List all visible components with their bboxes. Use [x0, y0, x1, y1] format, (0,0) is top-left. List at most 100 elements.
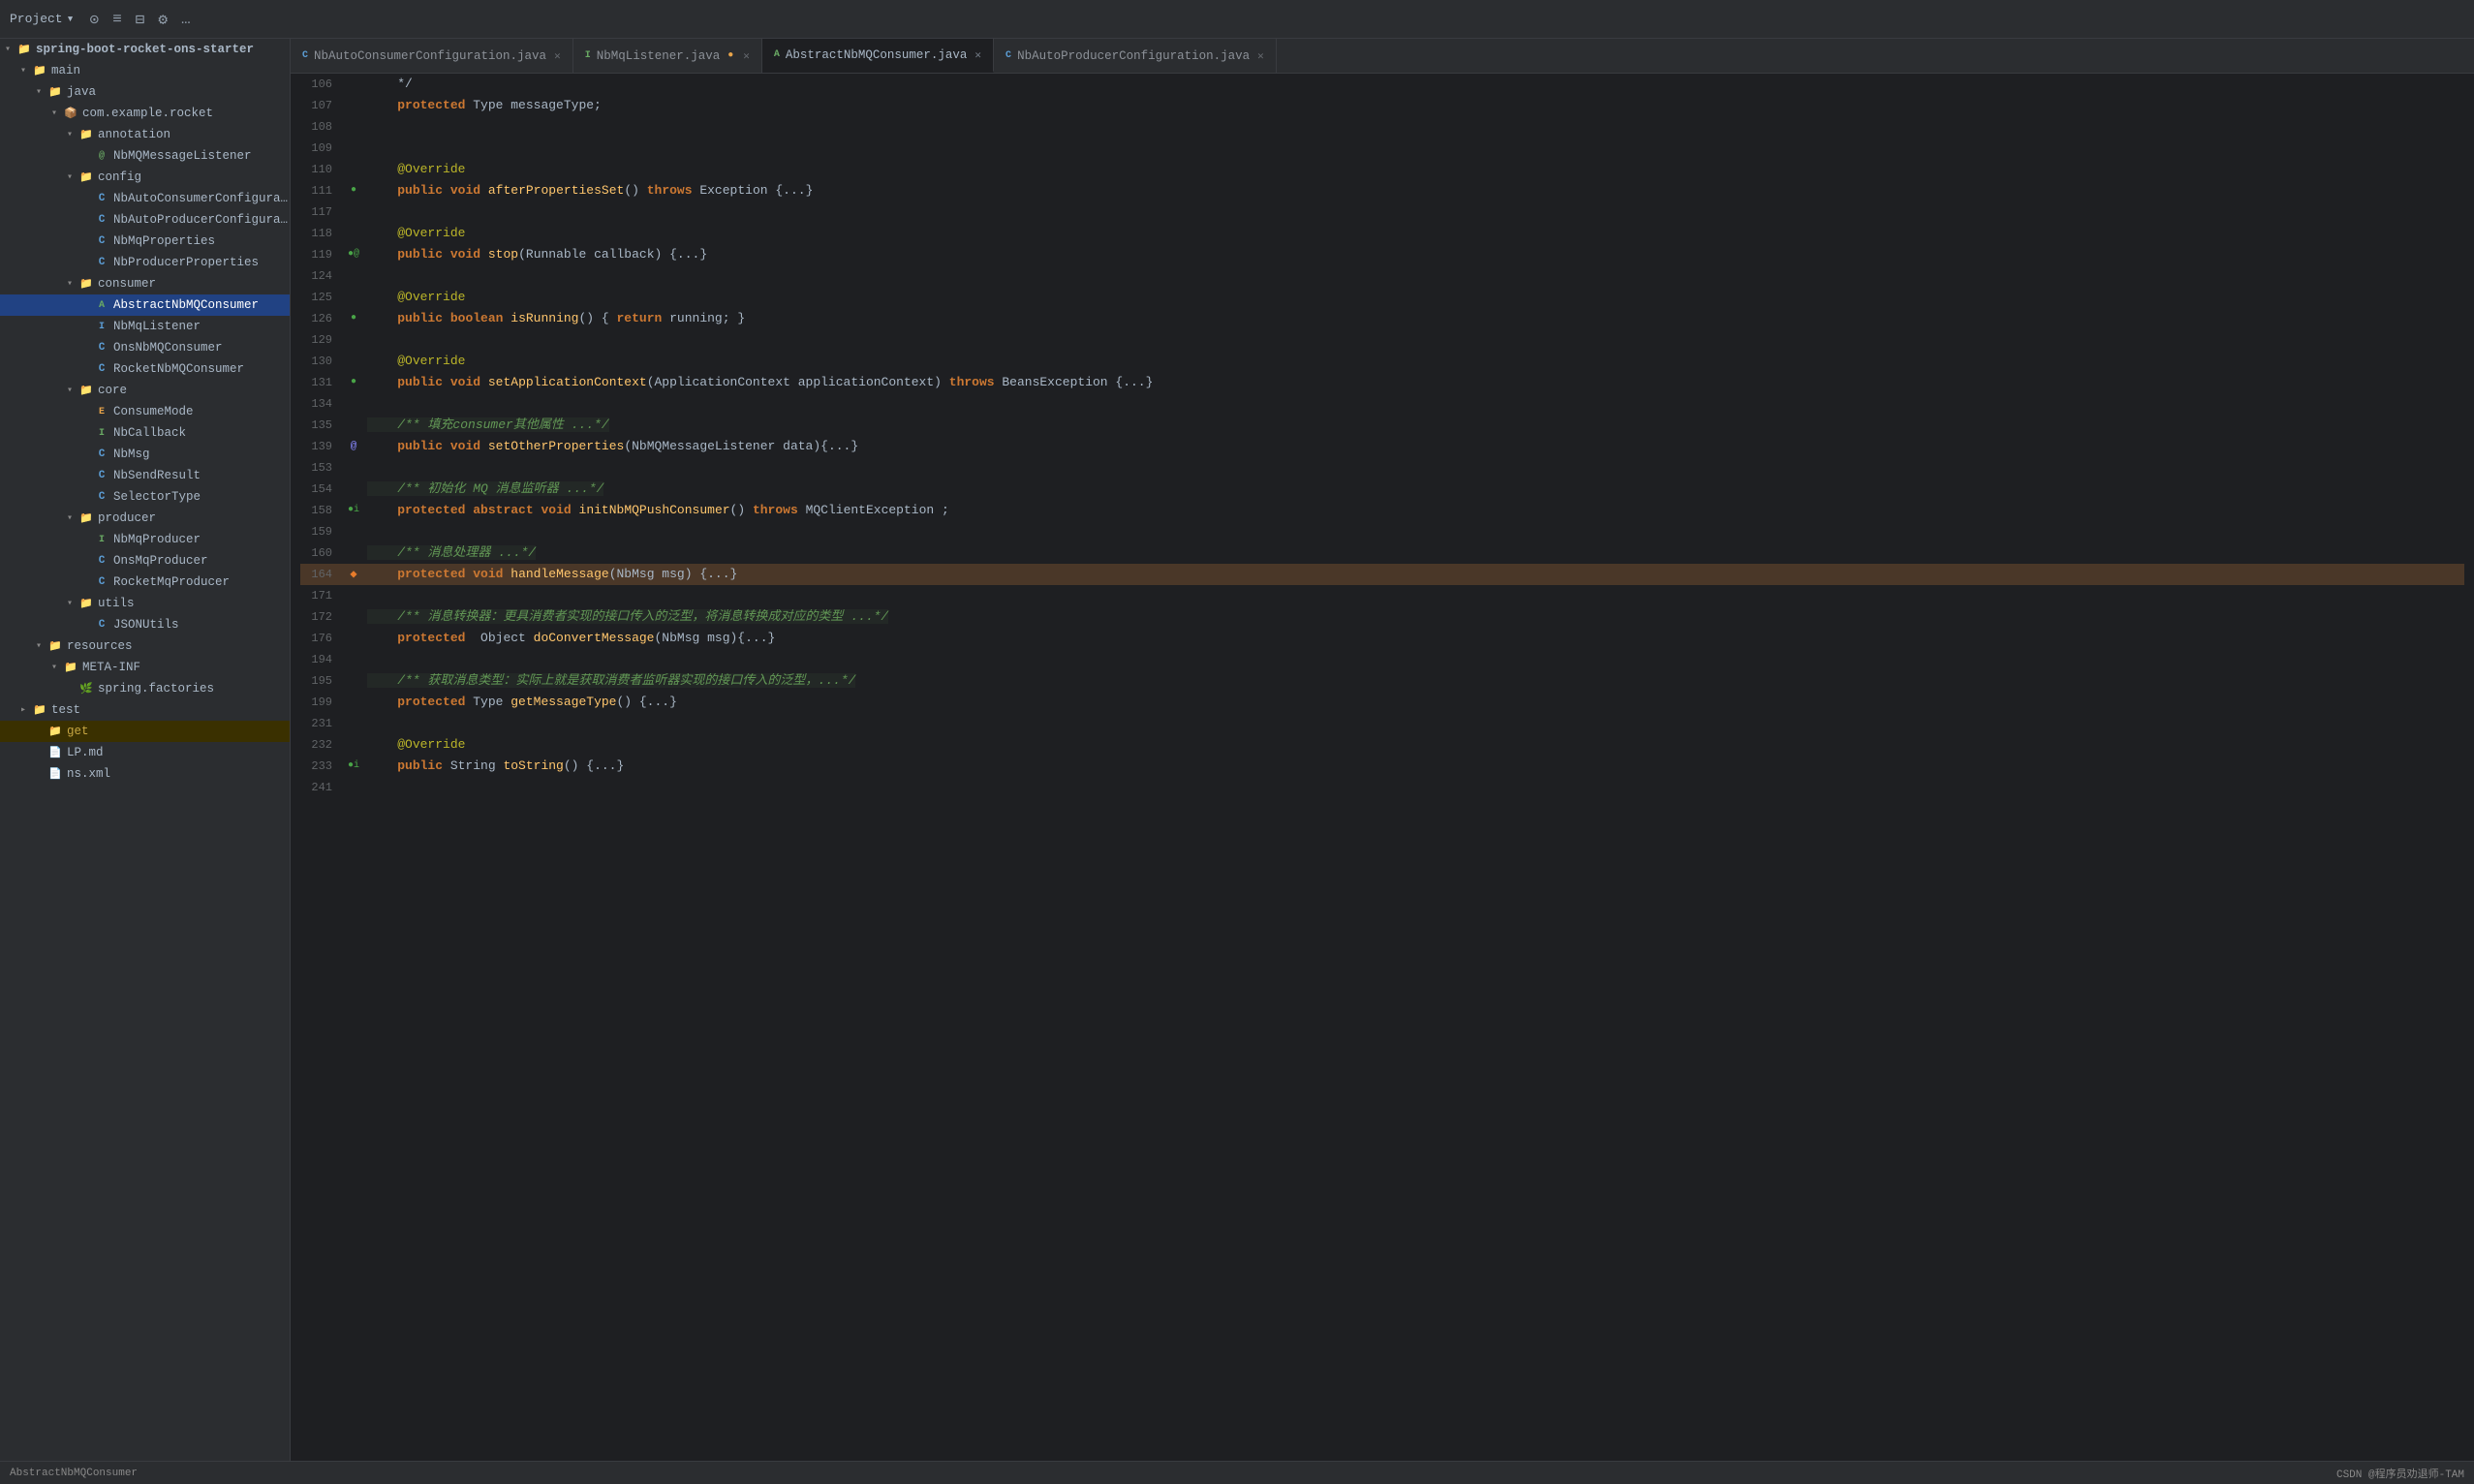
sidebar-item-nbmqlistener[interactable]: I NbMqListener	[0, 316, 290, 337]
tab2-modified-dot: ●	[727, 50, 733, 61]
tab3-label: AbstractNbMQConsumer.java	[786, 48, 968, 62]
sidebar-item-nbsendresult[interactable]: C NbSendResult	[0, 465, 290, 486]
tab3-icon: A	[774, 49, 780, 60]
sidebar-item-main[interactable]: ▾ 📁 main	[0, 60, 290, 81]
code-line-241: 241	[300, 777, 2464, 798]
more-icon[interactable]: …	[181, 11, 191, 28]
code-line-195: 195 /** 获取消息类型：实际上就是获取消费者监听器实现的接口传入的泛型，.…	[300, 670, 2464, 692]
project-menu[interactable]: Project ▾	[10, 12, 74, 26]
tab2-icon: I	[585, 50, 591, 61]
code-line-108: 108	[300, 116, 2464, 138]
top-toolbar: Project ▾ ⊙ ≡ ⊟ ⚙ …	[0, 0, 2474, 39]
code-line-172: 172 /** 消息转换器：更具消费者实现的接口传入的泛型，将消息转换成对应的类…	[300, 606, 2464, 628]
sidebar-item-utils-dir[interactable]: ▾ 📁 utils	[0, 593, 290, 614]
toolbar-icons: ⊙ ≡ ⊟ ⚙ …	[89, 10, 190, 29]
code-line-119: 119 ●@ public void stop(Runnable callbac…	[300, 244, 2464, 265]
code-line-109: 109	[300, 138, 2464, 159]
sidebar-item-meta-inf[interactable]: ▾ 📁 META-INF	[0, 657, 290, 678]
code-line-171: 171	[300, 585, 2464, 606]
sidebar-item-get[interactable]: 📁 get	[0, 721, 290, 742]
code-editor[interactable]: 106 */ 107 protected Type messageType; 1…	[291, 74, 2474, 1461]
tab2-close[interactable]: ✕	[743, 49, 750, 63]
sidebar-item-nbautoproducerconfiguration[interactable]: C NbAutoProducerConfiguration	[0, 209, 290, 231]
sidebar-item-producer-dir[interactable]: ▾ 📁 producer	[0, 508, 290, 529]
code-line-139: 139 @ public void setOtherProperties(NbM…	[300, 436, 2464, 457]
bottom-status-bar: AbstractNbMQConsumer CSDN @程序员劝退师-TAM	[0, 1461, 2474, 1484]
status-left: AbstractNbMQConsumer	[10, 1468, 138, 1479]
code-line-134: 134	[300, 393, 2464, 415]
sidebar-item-java[interactable]: ▾ 📁 java	[0, 81, 290, 103]
tab4-close[interactable]: ✕	[1257, 49, 1264, 63]
tab-nbautoproducerconfiguration[interactable]: C NbAutoProducerConfiguration.java ✕	[994, 39, 1277, 73]
code-line-233: 233 ●i public String toString() {...}	[300, 756, 2464, 777]
sidebar-root[interactable]: ▾ 📁 spring-boot-rocket-ons-starter	[0, 39, 290, 60]
code-line-118: 118 @Override	[300, 223, 2464, 244]
project-dropdown-arrow: ▾	[67, 12, 75, 26]
code-line-124: 124	[300, 265, 2464, 287]
sidebar-item-resources-dir[interactable]: ▾ 📁 resources	[0, 635, 290, 657]
sidebar-item-nbcallback[interactable]: I NbCallback	[0, 422, 290, 444]
sidebar-item-rocketnbmqconsumer[interactable]: C RocketNbMQConsumer	[0, 358, 290, 380]
project-sidebar[interactable]: ▾ 📁 spring-boot-rocket-ons-starter ▾ 📁 m…	[0, 39, 291, 1461]
sidebar-item-test-dir[interactable]: ▸ 📁 test	[0, 699, 290, 721]
code-line-232: 232 @Override	[300, 734, 2464, 756]
settings-icon[interactable]: ⚙	[158, 10, 168, 29]
code-line-164: 164 ◆ protected void handleMessage(NbMsg…	[300, 564, 2464, 585]
sidebar-item-consumer-dir[interactable]: ▾ 📁 consumer	[0, 273, 290, 294]
sidebar-item-nbmsg[interactable]: C NbMsg	[0, 444, 290, 465]
code-line-176: 176 protected Object doConvertMessage(Nb…	[300, 628, 2464, 649]
sidebar-item-package[interactable]: ▾ 📦 com.example.rocket	[0, 103, 290, 124]
code-line-107: 107 protected Type messageType;	[300, 95, 2464, 116]
sidebar-item-jsonutils[interactable]: C JSONUtils	[0, 614, 290, 635]
tab2-label: NbMqListener.java	[597, 49, 721, 63]
main-layout: ▾ 📁 spring-boot-rocket-ons-starter ▾ 📁 m…	[0, 39, 2474, 1461]
code-line-111: 111 ● public void afterPropertiesSet() t…	[300, 180, 2464, 201]
tab-nbautoconsumerconfiguration[interactable]: C NbAutoConsumerConfiguration.java ✕	[291, 39, 573, 73]
code-line-135: 135 /** 填充consumer其他属性 ...*/	[300, 415, 2464, 436]
tab1-label: NbAutoConsumerConfiguration.java	[314, 49, 546, 63]
split-icon[interactable]: ⊟	[136, 10, 145, 29]
sidebar-item-config-dir[interactable]: ▾ 📁 config	[0, 167, 290, 188]
sidebar-item-nsxml[interactable]: 📄 ns.xml	[0, 763, 290, 785]
sidebar-item-consumemode[interactable]: E ConsumeMode	[0, 401, 290, 422]
tab4-label: NbAutoProducerConfiguration.java	[1017, 49, 1250, 63]
code-line-194: 194	[300, 649, 2464, 670]
code-line-158: 158 ●i protected abstract void initNbMQP…	[300, 500, 2464, 521]
code-line-199: 199 protected Type getMessageType() {...…	[300, 692, 2464, 713]
tab4-icon: C	[1005, 50, 1011, 61]
sidebar-item-spring-factories[interactable]: 🌿 spring.factories	[0, 678, 290, 699]
sidebar-item-nbmqproducer[interactable]: I NbMqProducer	[0, 529, 290, 550]
code-line-154: 154 /** 初始化 MQ 消息监听器 ...*/	[300, 479, 2464, 500]
sidebar-item-nbautoconsumerconfiguration[interactable]: C NbAutoConsumerConfiguration	[0, 188, 290, 209]
code-line-117: 117	[300, 201, 2464, 223]
sidebar-item-nbmqmessagelistener[interactable]: @ NbMQMessageListener	[0, 145, 290, 167]
editor-tabs: C NbAutoConsumerConfiguration.java ✕ I N…	[291, 39, 2474, 74]
code-content[interactable]: 106 */ 107 protected Type messageType; 1…	[291, 74, 2474, 1461]
code-line-159: 159	[300, 521, 2464, 542]
tab-nbmqlistener[interactable]: I NbMqListener.java ● ✕	[573, 39, 762, 73]
sidebar-item-nbmqproperties[interactable]: C NbMqProperties	[0, 231, 290, 252]
sidebar-item-nbproducerproperties[interactable]: C NbProducerProperties	[0, 252, 290, 273]
tab1-close[interactable]: ✕	[554, 49, 561, 63]
sidebar-item-rocketmqproducer[interactable]: C RocketMqProducer	[0, 572, 290, 593]
code-line-231: 231	[300, 713, 2464, 734]
code-line-125: 125 @Override	[300, 287, 2464, 308]
sidebar-item-onsnbmqconsumer[interactable]: C OnsNbMQConsumer	[0, 337, 290, 358]
sidebar-item-selectortype[interactable]: C SelectorType	[0, 486, 290, 508]
tab3-close[interactable]: ✕	[974, 48, 981, 62]
project-label: Project	[10, 12, 63, 26]
code-line-106: 106 */	[300, 74, 2464, 95]
sidebar-item-abstractnbmqconsumer[interactable]: A AbstractNbMQConsumer	[0, 294, 290, 316]
sidebar-item-annotation-dir[interactable]: ▾ 📁 annotation	[0, 124, 290, 145]
code-line-130: 130 @Override	[300, 351, 2464, 372]
sidebar-item-core-dir[interactable]: ▾ 📁 core	[0, 380, 290, 401]
list-icon[interactable]: ≡	[112, 11, 122, 28]
sidebar-item-lpmd[interactable]: 📄 LP.md	[0, 742, 290, 763]
code-line-160: 160 /** 消息处理器 ...*/	[300, 542, 2464, 564]
tab-abstractnbmqconsumer[interactable]: A AbstractNbMQConsumer.java ✕	[762, 39, 994, 73]
sidebar-item-onsmqproducer[interactable]: C OnsMqProducer	[0, 550, 290, 572]
code-line-129: 129	[300, 329, 2464, 351]
tab1-icon: C	[302, 50, 308, 61]
code-line-131: 131 ● public void setApplicationContext(…	[300, 372, 2464, 393]
navigate-icon[interactable]: ⊙	[89, 10, 99, 29]
